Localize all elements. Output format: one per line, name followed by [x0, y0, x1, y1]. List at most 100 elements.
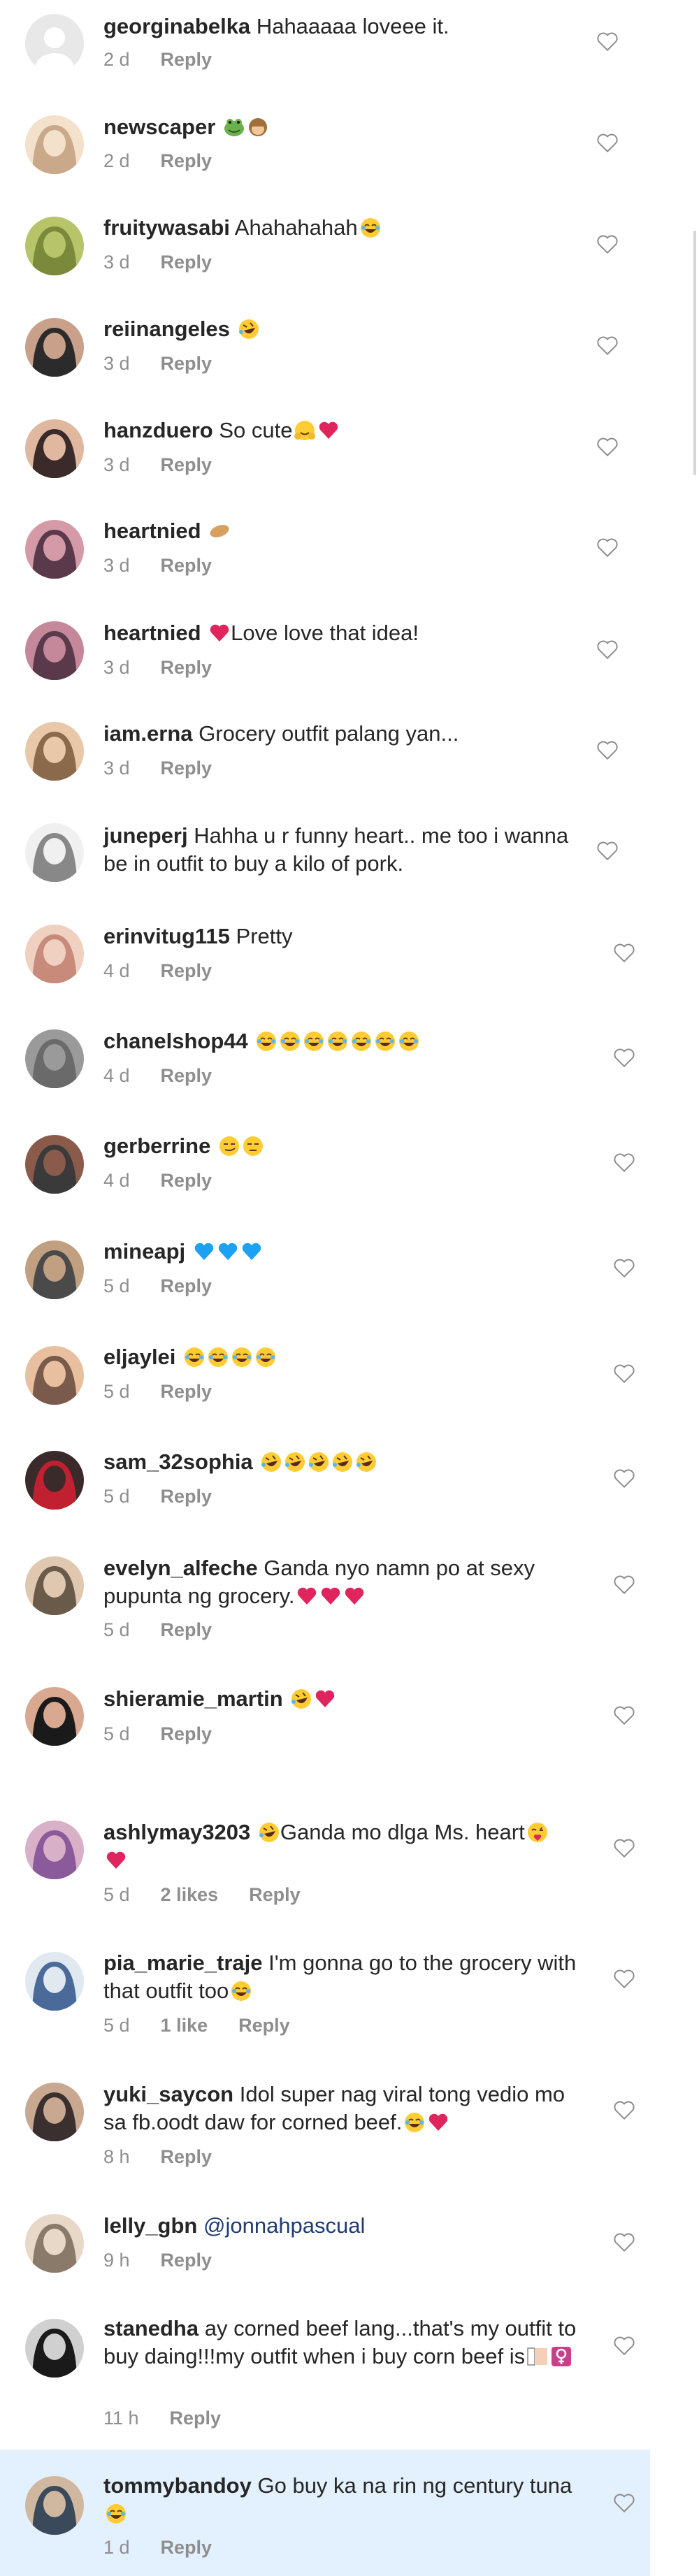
- heart-outline-icon[interactable]: [596, 535, 619, 559]
- comment-username[interactable]: hanzduero: [103, 418, 213, 442]
- reply-button[interactable]: Reply: [161, 1275, 212, 1296]
- comment-row: iam.erna Grocery outfit palang yan... 3 d…: [0, 702, 650, 804]
- avatar[interactable]: [25, 1687, 84, 1746]
- heart-outline-icon[interactable]: [596, 637, 619, 661]
- avatar[interactable]: [25, 925, 84, 983]
- comment-username[interactable]: gerberrine: [103, 1134, 210, 1158]
- avatar[interactable]: [25, 823, 84, 882]
- heart-outline-icon[interactable]: [612, 1466, 636, 1490]
- avatar[interactable]: [25, 14, 84, 73]
- heart-outline-icon[interactable]: [612, 1150, 636, 1174]
- comment-row: ashlymay3203 Ganda mo dlga Ms. heart 5 d 2…: [0, 1803, 650, 1936]
- avatar[interactable]: [25, 1821, 84, 1879]
- reply-button[interactable]: Reply: [161, 657, 212, 678]
- reply-button[interactable]: Reply: [161, 758, 212, 779]
- reply-button[interactable]: Reply: [161, 555, 212, 576]
- likes-count[interactable]: 2 likes: [161, 1884, 219, 1905]
- comment-username[interactable]: yuki_saycon: [103, 2082, 233, 2106]
- comment-username[interactable]: heartnied: [103, 519, 201, 543]
- heart-outline-icon[interactable]: [612, 2230, 636, 2254]
- comment-username[interactable]: iam.erna: [103, 721, 193, 746]
- avatar[interactable]: [25, 1952, 84, 2011]
- heart-outline-icon[interactable]: [596, 29, 619, 53]
- comment-username[interactable]: reiinangeles: [103, 317, 230, 341]
- comment-username[interactable]: fruitywasabi: [103, 215, 230, 240]
- comment-username[interactable]: ashlymay3203: [103, 1820, 250, 1844]
- reply-button[interactable]: Reply: [161, 1381, 212, 1402]
- heart-outline-icon[interactable]: [612, 1703, 636, 1727]
- reply-button[interactable]: Reply: [161, 150, 212, 171]
- comment-username[interactable]: newscaper: [103, 115, 215, 139]
- comment-username[interactable]: evelyn_alfeche: [103, 1556, 258, 1580]
- avatar[interactable]: [25, 1240, 84, 1299]
- heart-outline-icon[interactable]: [596, 738, 619, 762]
- heart-outline-icon[interactable]: [596, 333, 619, 357]
- avatar[interactable]: [25, 419, 84, 478]
- reply-button[interactable]: Reply: [161, 1065, 212, 1086]
- likes-count[interactable]: 1 like: [161, 2015, 208, 2036]
- reply-button[interactable]: Reply: [161, 2537, 212, 2558]
- reply-button[interactable]: Reply: [161, 1619, 212, 1640]
- comment-username[interactable]: tommybandoy: [103, 2473, 252, 2498]
- heart-outline-icon[interactable]: [596, 232, 619, 256]
- comment-username[interactable]: eljaylei: [103, 1345, 175, 1369]
- heart-outline-icon[interactable]: [612, 2491, 636, 2515]
- comment-username[interactable]: shieramie_martin: [103, 1686, 283, 1711]
- heart-outline-icon[interactable]: [612, 1256, 636, 1280]
- comment-username[interactable]: stanedha: [103, 2316, 199, 2340]
- reply-button[interactable]: Reply: [161, 1723, 212, 1744]
- heart-outline-icon[interactable]: [596, 435, 619, 458]
- heart-outline-icon[interactable]: [596, 839, 619, 862]
- comment-username[interactable]: heartnied: [103, 621, 201, 645]
- avatar[interactable]: [25, 1135, 84, 1194]
- laughing-emoji-icon: [257, 1032, 277, 1051]
- reply-button[interactable]: Reply: [161, 49, 212, 70]
- comment-username[interactable]: erinvitug115: [103, 924, 230, 948]
- reply-button[interactable]: Reply: [249, 1884, 301, 1905]
- avatar[interactable]: [25, 722, 84, 781]
- comment-username[interactable]: lelly_gbn: [103, 2213, 197, 2238]
- reply-button[interactable]: Reply: [161, 1486, 212, 1507]
- heart-outline-icon[interactable]: [612, 2333, 636, 2357]
- comment-username[interactable]: chanelshop44: [103, 1029, 248, 1053]
- heart-outline-icon[interactable]: [612, 941, 636, 964]
- avatar[interactable]: [25, 1451, 84, 1510]
- heart-outline-icon[interactable]: [612, 1967, 636, 1990]
- reply-button[interactable]: Reply: [161, 2250, 212, 2271]
- heart-outline-icon[interactable]: [612, 1045, 636, 1069]
- heart-outline-icon[interactable]: [596, 131, 619, 154]
- reply-button[interactable]: Reply: [161, 1170, 212, 1191]
- heart-outline-icon[interactable]: [612, 2098, 636, 2122]
- reply-button[interactable]: Reply: [161, 252, 212, 273]
- comment-username[interactable]: georginabelka: [103, 14, 250, 38]
- reply-button[interactable]: Reply: [170, 2408, 222, 2429]
- comment-username[interactable]: sam_32sophia: [103, 1449, 253, 1474]
- scrollbar[interactable]: [693, 231, 696, 475]
- comment-username[interactable]: mineapj: [103, 1239, 185, 1264]
- rofl-emoji-icon: [291, 1689, 312, 1709]
- avatar[interactable]: [25, 2214, 84, 2273]
- reply-button[interactable]: Reply: [161, 353, 212, 374]
- avatar[interactable]: [25, 520, 84, 579]
- avatar[interactable]: [25, 2083, 84, 2141]
- reply-button[interactable]: Reply: [161, 454, 212, 475]
- avatar[interactable]: [25, 318, 84, 377]
- avatar[interactable]: [25, 217, 84, 275]
- avatar[interactable]: [25, 1029, 84, 1088]
- avatar[interactable]: [25, 1556, 84, 1615]
- comment-row: sam_32sophia 5 d Reply: [0, 1436, 650, 1541]
- reply-button[interactable]: Reply: [161, 960, 212, 981]
- mention-link[interactable]: @jonnahpascual: [203, 2213, 365, 2238]
- avatar[interactable]: [25, 1346, 84, 1405]
- comment-username[interactable]: juneperj: [103, 823, 188, 848]
- comment-username[interactable]: pia_marie_traje: [103, 1951, 262, 1975]
- avatar[interactable]: [25, 115, 84, 174]
- avatar[interactable]: [25, 621, 84, 680]
- heart-outline-icon[interactable]: [612, 1572, 636, 1596]
- reply-button[interactable]: Reply: [238, 2015, 290, 2036]
- avatar[interactable]: [25, 2476, 84, 2535]
- avatar[interactable]: [25, 2319, 84, 2378]
- reply-button[interactable]: Reply: [161, 2146, 212, 2167]
- heart-outline-icon[interactable]: [612, 1836, 636, 1860]
- heart-outline-icon[interactable]: [612, 1361, 636, 1385]
